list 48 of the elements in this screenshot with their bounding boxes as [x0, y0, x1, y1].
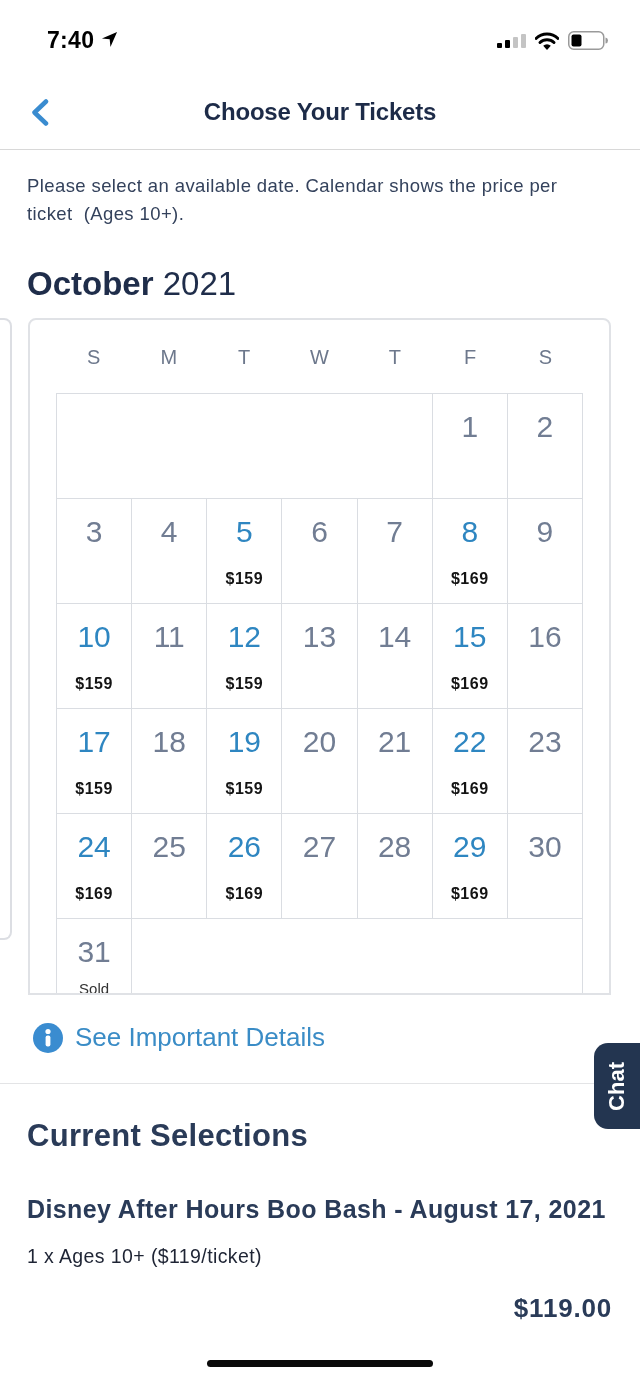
day-cell: 1 — [432, 394, 508, 499]
important-details-link[interactable]: See Important Details — [33, 1022, 325, 1053]
ticket-quantity: 1 x Ages 10+ ($119/ticket) — [26, 1243, 263, 1268]
day-cell[interactable]: 8 $169 — [432, 499, 508, 604]
selection-title: Disney After Hours Boo Bash - August 17, 2021 — [26, 1193, 607, 1224]
status-time: 7:40 — [47, 27, 95, 54]
day-cell: 21 — [357, 709, 433, 814]
battery-icon — [568, 31, 608, 50]
weekday-label: T — [237, 345, 252, 369]
weekday-label: T — [387, 345, 402, 369]
weekday-label: S — [85, 345, 102, 369]
day-cell: 16 — [507, 604, 583, 709]
day-cell[interactable]: 12 $159 — [207, 604, 283, 709]
day-cell: 6 — [282, 499, 358, 604]
day-cell: 4 — [132, 499, 208, 604]
day-cell[interactable]: 24 $169 — [57, 814, 133, 919]
day-cell: 2 — [507, 394, 583, 499]
day-cell: 20 — [282, 709, 358, 814]
day-cell: 11 — [132, 604, 208, 709]
day-cell: 13 — [282, 604, 358, 709]
weekday-label: M — [159, 345, 179, 369]
day-cell: 9 — [507, 499, 583, 604]
instructions-text: Please select an available date. Calendar shows the price per ticket (Ages 10+). — [26, 174, 559, 226]
day-cell: 18 — [132, 709, 208, 814]
chat-tab[interactable]: Chat — [594, 1043, 640, 1129]
info-icon — [33, 1022, 63, 1053]
day-cell: 14 — [357, 604, 433, 709]
weekday-label: F — [462, 345, 478, 369]
weekday-label: W — [309, 345, 330, 369]
month-heading: October 2021 — [26, 264, 238, 304]
day-cell: 23 — [507, 709, 583, 814]
weekday-label: S — [537, 345, 553, 369]
day-cell: 3 — [57, 499, 133, 604]
location-arrow-icon — [101, 30, 119, 48]
current-selections-heading: Current Selections — [26, 1117, 310, 1154]
day-cell[interactable]: 15 $169 — [432, 604, 508, 709]
signal-icon — [497, 33, 526, 48]
wifi-icon — [535, 31, 559, 50]
day-cell[interactable]: 10 $159 — [57, 604, 133, 709]
day-cell[interactable]: 5 $159 — [207, 499, 283, 604]
chevron-left-icon — [31, 98, 49, 126]
day-cell: 7 — [357, 499, 433, 604]
day-cell[interactable]: 22 $169 — [432, 709, 508, 814]
back-button[interactable] — [31, 98, 49, 126]
day-cell[interactable]: 17 $159 — [57, 709, 133, 814]
day-cell[interactable]: 19 $159 — [207, 709, 283, 814]
page-title: Choose Your Tickets — [203, 98, 437, 126]
total-price: $119.00 — [513, 1292, 612, 1323]
